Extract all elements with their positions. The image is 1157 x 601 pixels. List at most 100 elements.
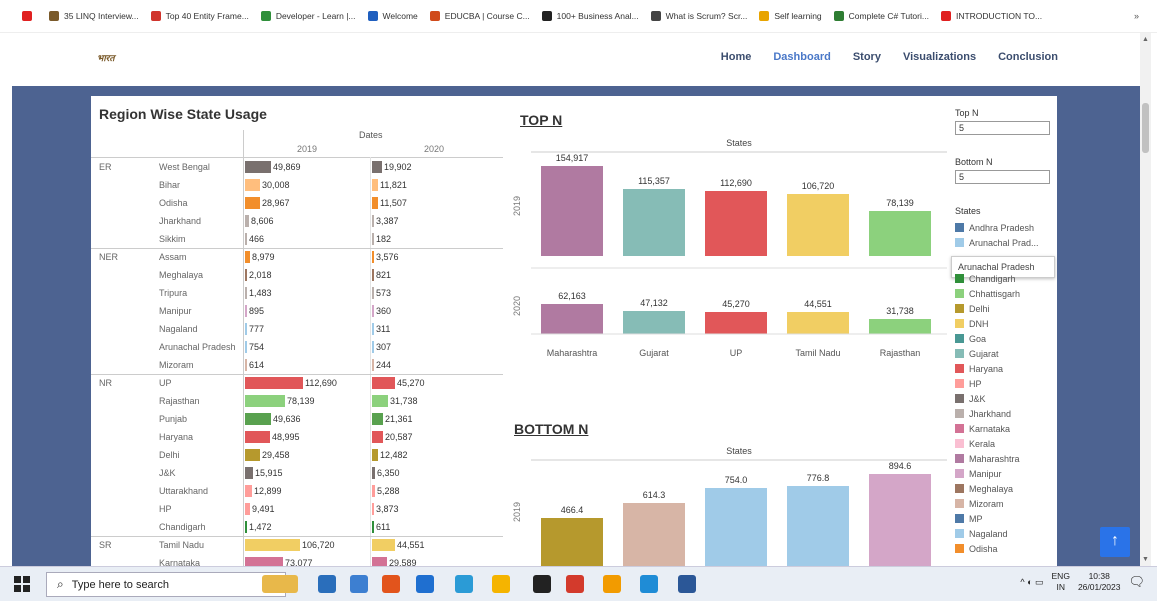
legend-item[interactable]: Manipur — [955, 466, 1055, 481]
state-name: Chandigarh — [159, 522, 206, 532]
legend-item[interactable]: Chandigarh — [955, 271, 1055, 286]
bottomn-bar-label: 776.8 — [807, 473, 830, 483]
state-name: J&K — [159, 468, 176, 478]
notification-icon[interactable]: 🗨 — [1128, 574, 1145, 590]
legend-item[interactable]: Jharkhand — [955, 406, 1055, 421]
legend-item[interactable]: Arunachal Prad... — [955, 235, 1055, 250]
taskbar-chrome-icon[interactable] — [566, 575, 584, 593]
legend-item[interactable]: Haryana — [955, 361, 1055, 376]
topn-bar-label: 44,551 — [804, 299, 832, 309]
legend-item[interactable]: Kerala — [955, 436, 1055, 451]
topn-bar — [787, 312, 849, 334]
taskbar-paint-icon[interactable] — [492, 575, 510, 593]
nav-link-story[interactable]: Story — [853, 51, 881, 63]
scroll-down-icon[interactable]: ▼ — [1142, 556, 1149, 563]
legend-item[interactable]: HP — [955, 376, 1055, 391]
bookmark-item[interactable]: Complete C# Tutori... — [833, 11, 929, 21]
states-legend-bottom: Chandigarh Chhattisgarh Delhi DNH Goa Gujarat… — [955, 271, 1055, 556]
taskbar-app-icon[interactable] — [318, 575, 336, 593]
nav-link-home[interactable]: Home — [721, 51, 752, 63]
back-to-top-button[interactable]: ↑ — [1100, 527, 1130, 557]
taskbar-vlc-icon[interactable] — [603, 575, 621, 593]
bar-2019 — [245, 287, 247, 299]
legend-item[interactable]: Maharashtra — [955, 451, 1055, 466]
bar-2020 — [372, 485, 375, 497]
topn-input[interactable]: 5 — [955, 121, 1050, 135]
legend-item[interactable]: Goa — [955, 331, 1055, 346]
legend-label: Karnataka — [969, 423, 1011, 434]
nav-links: Home Dashboard Story Visualizations Conclusi… — [721, 51, 1058, 63]
bar-2019 — [245, 449, 260, 461]
clock-time[interactable]: 10:38 — [1078, 571, 1121, 582]
legend-item[interactable]: Gujarat — [955, 346, 1055, 361]
legend-item[interactable]: Nagaland — [955, 526, 1055, 541]
bar-2019 — [245, 233, 247, 245]
taskbar-files-icon[interactable] — [350, 575, 368, 593]
bookmarks-more-button[interactable]: » — [1134, 11, 1139, 21]
nav-link-dashboard[interactable]: Dashboard — [773, 51, 830, 63]
bookmark-item[interactable]: Developer - Learn |... — [260, 11, 356, 21]
bookmark-item[interactable]: 100+ Business Anal... — [541, 11, 639, 21]
legend-item[interactable]: Karnataka — [955, 421, 1055, 436]
windows-start-icon[interactable] — [14, 576, 30, 592]
bottomn-input[interactable]: 5 — [955, 170, 1050, 184]
taskbar-terminal-icon[interactable] — [533, 575, 551, 593]
legend-label: Chhattisgarh — [969, 288, 1021, 299]
taskbar-search-input[interactable]: ⌕ Type here to search — [46, 572, 286, 597]
bookmark-item[interactable]: Top 40 Entity Frame... — [150, 11, 249, 21]
nav-link-conclusion[interactable]: Conclusion — [998, 51, 1058, 63]
nav-link-visualizations[interactable]: Visualizations — [903, 51, 976, 63]
region-code[interactable]: IN — [1052, 582, 1070, 593]
bookmark-item[interactable]: Self learning — [759, 11, 822, 21]
bookmark-item[interactable]: Welcome — [367, 11, 418, 21]
legend-item[interactable]: J&K — [955, 391, 1055, 406]
value-2019: 78,139 — [287, 396, 315, 406]
taskbar-firefox-icon[interactable] — [382, 575, 400, 593]
legend-item[interactable]: Mizoram — [955, 496, 1055, 511]
legend-item[interactable]: Chhattisgarh — [955, 286, 1055, 301]
dates-header: Dates — [359, 130, 383, 140]
bookmark-item[interactable]: EDUCBA | Course C... — [429, 11, 530, 21]
scroll-thumb[interactable] — [1142, 103, 1149, 153]
value-2020: 3,387 — [376, 216, 399, 226]
value-2019: 754 — [249, 342, 265, 352]
legend-label: Arunachal Prad... — [969, 237, 1039, 248]
bookmark-item[interactable]: What is Scrum? Scr... — [650, 11, 747, 21]
taskbar-app-icon[interactable] — [640, 575, 658, 593]
tray-icons[interactable]: ^ ◐ ▭ — [1020, 577, 1043, 588]
legend-item[interactable]: DNH — [955, 316, 1055, 331]
page-scrollbar[interactable]: ▲ ▼ — [1140, 33, 1151, 566]
bookmark-label: INTRODUCTION TO... — [955, 11, 1043, 21]
bookmark-item[interactable]: 35 LINQ Interview... — [49, 11, 139, 21]
lang-code[interactable]: ENG — [1052, 571, 1070, 582]
site-logo[interactable]: भारत — [97, 51, 131, 69]
legend-swatch — [955, 334, 964, 343]
legend-label: Delhi — [969, 303, 990, 314]
taskbar-photos-icon[interactable] — [262, 575, 298, 593]
bar-2019 — [245, 395, 285, 407]
legend-item[interactable]: MP — [955, 511, 1055, 526]
bar-2019 — [245, 539, 300, 551]
bottomn-label: Bottom N — [955, 157, 993, 167]
bookmark-label: Self learning — [774, 11, 822, 21]
bookmark-item[interactable]: INTRODUCTION TO... — [940, 11, 1043, 21]
legend-item[interactable]: Delhi — [955, 301, 1055, 316]
taskbar-word-icon[interactable] — [678, 575, 696, 593]
bookmark-item[interactable] — [22, 11, 37, 21]
legend-label: Goa — [969, 333, 987, 344]
legend-item[interactable]: Meghalaya — [955, 481, 1055, 496]
value-2020: 182 — [376, 234, 392, 244]
legend-item[interactable]: Andhra Pradesh — [955, 220, 1055, 235]
legend-swatch — [955, 439, 964, 448]
taskbar-vscode-icon[interactable] — [416, 575, 434, 593]
state-name: Nagaland — [159, 324, 198, 334]
state-name: Haryana — [159, 432, 194, 442]
bookmark-favicon-icon — [759, 11, 770, 21]
scroll-up-icon[interactable]: ▲ — [1142, 36, 1149, 43]
clock-date[interactable]: 26/01/2023 — [1078, 582, 1121, 593]
legend-label: Gujarat — [969, 348, 999, 359]
value-2020: 573 — [376, 288, 392, 298]
topn-bar-label: 47,132 — [640, 298, 668, 308]
legend-item[interactable]: Odisha — [955, 541, 1055, 556]
taskbar-edge-icon[interactable] — [455, 575, 473, 593]
